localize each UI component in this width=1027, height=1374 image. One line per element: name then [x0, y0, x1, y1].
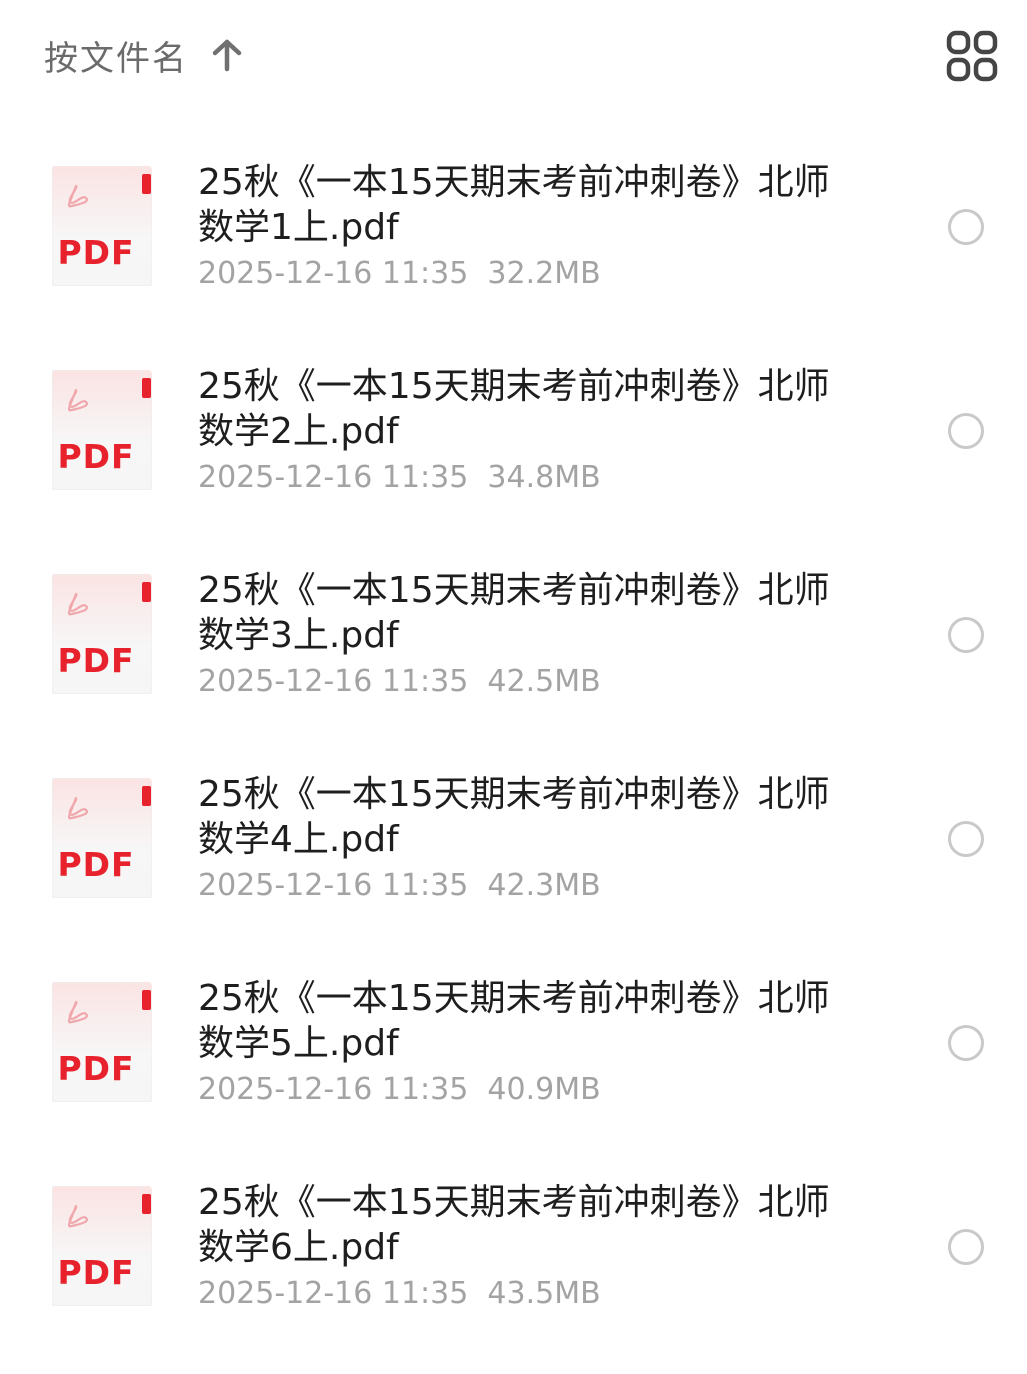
grid-view-icon[interactable]	[946, 30, 998, 82]
arrow-up-icon	[212, 39, 242, 72]
pdf-file-icon: PDF	[52, 574, 152, 694]
file-date: 2025-12-16 11:35	[198, 868, 469, 903]
svg-text:PDF: PDF	[57, 845, 134, 884]
file-size: 42.3MB	[487, 868, 601, 903]
file-row[interactable]: PDF 25秋《一本15天期末考前冲刺卷》北师数学6上.pdf 2025-12-…	[0, 1140, 1027, 1344]
file-row[interactable]: PDF 25秋《一本15天期末考前冲刺卷》北师数学5上.pdf 2025-12-…	[0, 936, 1027, 1140]
file-size: 42.5MB	[487, 664, 601, 699]
file-name: 25秋《一本15天期末考前冲刺卷》北师数学6上.pdf	[198, 1182, 830, 1268]
file-row[interactable]: PDF 25秋《一本15天期末考前冲刺卷》北师数学3上.pdf 2025-12-…	[0, 528, 1027, 732]
select-radio[interactable]	[948, 413, 984, 449]
file-meta: 2025-12-16 11:35 34.8MB	[198, 460, 601, 496]
file-meta: 2025-12-16 11:35 43.5MB	[198, 1276, 601, 1312]
pdf-file-icon: PDF	[52, 166, 152, 286]
sort-by-name-button[interactable]: 按文件名	[44, 28, 244, 82]
file-meta: 2025-12-16 11:35 42.5MB	[198, 664, 601, 700]
pdf-file-icon: PDF	[52, 370, 152, 490]
file-date: 2025-12-16 11:35	[198, 1276, 469, 1311]
pdf-file-icon: PDF	[52, 1186, 152, 1306]
file-name: 25秋《一本15天期末考前冲刺卷》北师数学4上.pdf	[198, 774, 830, 860]
select-radio[interactable]	[948, 617, 984, 653]
file-row[interactable]: PDF 25秋《一本15天期末考前冲刺卷》北师数学4上.pdf 2025-12-…	[0, 732, 1027, 936]
file-date: 2025-12-16 11:35	[198, 460, 469, 495]
file-list: PDF 25秋《一本15天期末考前冲刺卷》北师数学1上.pdf 2025-12-…	[0, 120, 1027, 1344]
file-size: 40.9MB	[487, 1072, 601, 1107]
file-name: 25秋《一本15天期末考前冲刺卷》北师数学5上.pdf	[198, 978, 830, 1064]
svg-text:PDF: PDF	[57, 437, 134, 476]
file-row[interactable]: PDF 25秋《一本15天期末考前冲刺卷》北师数学1上.pdf 2025-12-…	[0, 120, 1027, 324]
select-radio[interactable]	[948, 821, 984, 857]
file-name: 25秋《一本15天期末考前冲刺卷》北师数学2上.pdf	[198, 366, 830, 452]
file-date: 2025-12-16 11:35	[198, 664, 469, 699]
toolbar: 按文件名	[0, 0, 1027, 110]
svg-text:PDF: PDF	[57, 1049, 134, 1088]
svg-text:PDF: PDF	[57, 233, 134, 272]
sort-label: 按文件名	[44, 38, 188, 79]
file-name: 25秋《一本15天期末考前冲刺卷》北师数学3上.pdf	[198, 570, 830, 656]
select-radio[interactable]	[948, 209, 984, 245]
svg-text:PDF: PDF	[57, 641, 134, 680]
select-radio[interactable]	[948, 1229, 984, 1265]
file-size: 34.8MB	[487, 460, 601, 495]
file-date: 2025-12-16 11:35	[198, 1072, 469, 1107]
select-radio[interactable]	[948, 1025, 984, 1061]
svg-text:PDF: PDF	[57, 1253, 134, 1292]
file-size: 32.2MB	[487, 256, 601, 291]
pdf-file-icon: PDF	[52, 778, 152, 898]
file-date: 2025-12-16 11:35	[198, 256, 469, 291]
file-name: 25秋《一本15天期末考前冲刺卷》北师数学1上.pdf	[198, 162, 830, 248]
file-row[interactable]: PDF 25秋《一本15天期末考前冲刺卷》北师数学2上.pdf 2025-12-…	[0, 324, 1027, 528]
file-meta: 2025-12-16 11:35 32.2MB	[198, 256, 601, 292]
file-size: 43.5MB	[487, 1276, 601, 1311]
pdf-file-icon: PDF	[52, 982, 152, 1102]
file-meta: 2025-12-16 11:35 40.9MB	[198, 1072, 601, 1108]
file-meta: 2025-12-16 11:35 42.3MB	[198, 868, 601, 904]
